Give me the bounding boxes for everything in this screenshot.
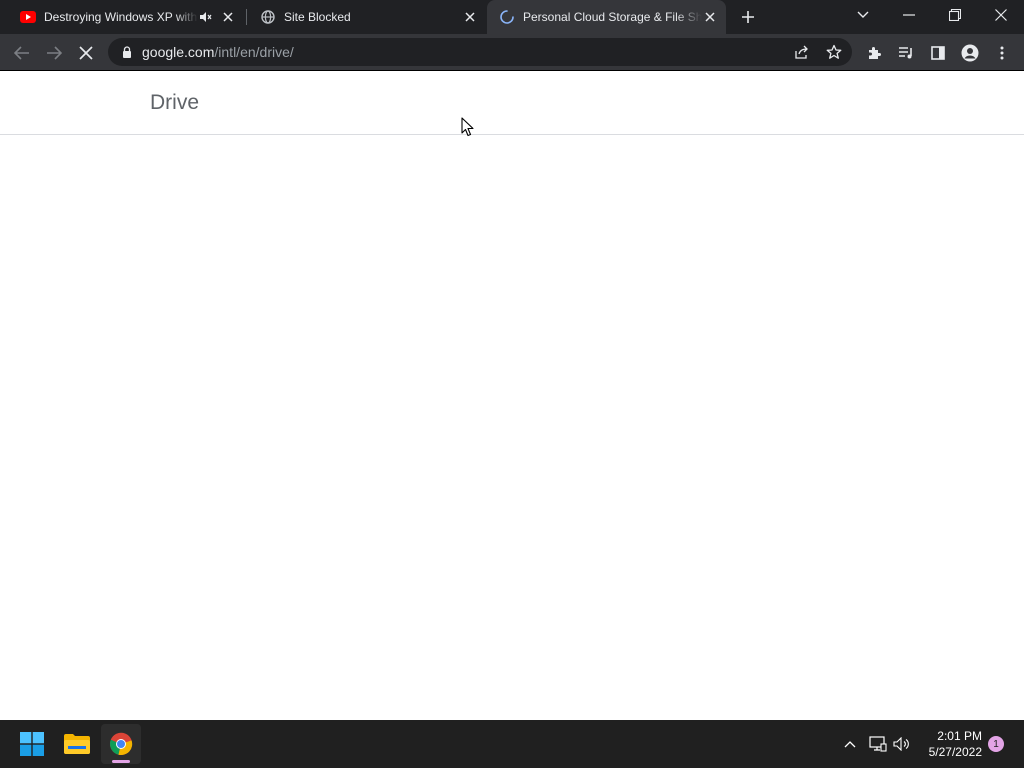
- profile-avatar-icon[interactable]: [956, 39, 984, 67]
- chrome-active-indicator: [112, 760, 130, 763]
- network-icon[interactable]: [866, 732, 890, 756]
- system-clock[interactable]: 2:01 PM 5/27/2022: [912, 728, 982, 760]
- lock-icon[interactable]: [120, 45, 134, 59]
- web-page: Drive: [0, 71, 1024, 720]
- url-host: google.com: [142, 44, 215, 60]
- drive-header: Drive: [0, 71, 1024, 135]
- show-hidden-icons-chevron-up-icon[interactable]: [838, 732, 862, 756]
- volume-speaker-icon[interactable]: [890, 732, 914, 756]
- tab-title: Personal Cloud Storage & File Sh: [523, 10, 702, 24]
- close-window-button[interactable]: [978, 0, 1024, 30]
- url-path: /intl/en/drive/: [214, 44, 294, 60]
- tab-divider: [246, 9, 247, 25]
- extensions-puzzle-icon[interactable]: [860, 39, 888, 67]
- back-arrow-icon[interactable]: [8, 39, 36, 67]
- tab-strip: Destroying Windows XP with Site Blocked …: [0, 0, 1024, 34]
- chrome-icon[interactable]: [101, 724, 141, 764]
- side-panel-icon[interactable]: [924, 39, 952, 67]
- tab-title: Destroying Windows XP with: [44, 10, 198, 24]
- tab-title: Site Blocked: [284, 10, 351, 24]
- loading-spinner-icon: [499, 9, 515, 25]
- youtube-icon: [20, 9, 36, 25]
- close-tab-icon[interactable]: [702, 9, 718, 25]
- forward-arrow-icon[interactable]: [40, 39, 68, 67]
- tab-site-blocked[interactable]: Site Blocked: [248, 0, 486, 34]
- bookmark-star-icon[interactable]: [822, 40, 846, 64]
- close-tab-icon[interactable]: [462, 9, 478, 25]
- tab-drive-active[interactable]: Personal Cloud Storage & File Sh: [487, 0, 726, 34]
- close-tab-icon[interactable]: [220, 9, 236, 25]
- restore-button[interactable]: [932, 0, 978, 30]
- taskbar: 2:01 PM 5/27/2022: [0, 720, 1024, 768]
- file-explorer-icon[interactable]: [57, 724, 97, 764]
- tab-search-chevron-down-icon[interactable]: [840, 0, 886, 30]
- share-icon[interactable]: [790, 40, 814, 64]
- address-bar[interactable]: google.com/intl/en/drive/: [108, 38, 852, 66]
- mouse-pointer-icon: [461, 117, 474, 137]
- globe-icon: [260, 9, 276, 25]
- windows-start-icon[interactable]: [12, 724, 52, 764]
- minimize-button[interactable]: [886, 0, 932, 30]
- muted-speaker-icon[interactable]: [198, 9, 214, 25]
- notification-badge[interactable]: 1: [988, 736, 1004, 752]
- stop-loading-icon[interactable]: [72, 39, 100, 67]
- clock-time: 2:01 PM: [937, 729, 982, 743]
- drive-logo-text[interactable]: Drive: [150, 91, 199, 115]
- tab-youtube[interactable]: Destroying Windows XP with: [8, 0, 244, 34]
- more-menu-icon[interactable]: [988, 39, 1016, 67]
- media-control-icon[interactable]: [892, 39, 920, 67]
- new-tab-button[interactable]: [736, 5, 760, 29]
- clock-date: 5/27/2022: [928, 745, 982, 759]
- url-text: google.com/intl/en/drive/: [142, 44, 294, 60]
